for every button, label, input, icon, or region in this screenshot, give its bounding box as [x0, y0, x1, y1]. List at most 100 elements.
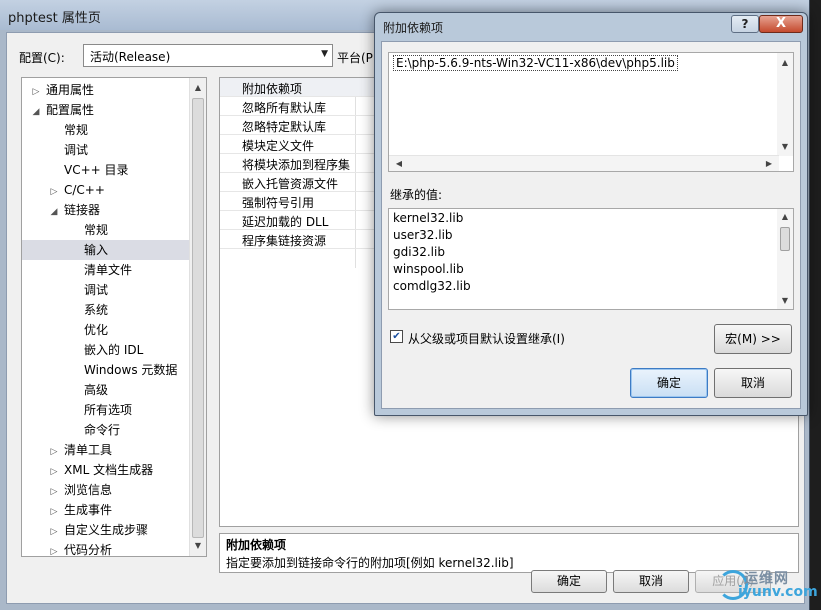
- macro-button[interactable]: 宏(M) >>: [714, 324, 792, 354]
- tree-item-label: 配置属性: [46, 103, 95, 117]
- collapsed-arrow-icon[interactable]: ▷: [48, 442, 60, 462]
- tree-scroll-thumb[interactable]: [192, 98, 204, 538]
- tree-item[interactable]: ▷ 浏览信息: [22, 480, 190, 500]
- collapsed-arrow-icon[interactable]: ▷: [48, 482, 60, 502]
- dropdown-arrow-icon: ▼: [321, 49, 328, 59]
- tree-item[interactable]: ▷ 生成事件: [22, 500, 190, 520]
- collapsed-arrow-icon[interactable]: ▷: [48, 182, 60, 202]
- tree-item[interactable]: ▷ 代码分析: [22, 540, 190, 557]
- property-name: 嵌入托管资源文件: [242, 177, 339, 191]
- tree-item[interactable]: 输入: [22, 240, 190, 260]
- inherited-values-label: 继承的值:: [390, 188, 443, 202]
- tree-item[interactable]: ▷ C/C++: [22, 180, 190, 200]
- main-ok-button[interactable]: 确定: [531, 570, 607, 593]
- collapsed-arrow-icon[interactable]: ▷: [48, 542, 60, 556]
- tree-item-label: C/C++: [64, 183, 105, 197]
- inherited-scroll-down-icon[interactable]: ▼: [777, 293, 793, 309]
- tree-item[interactable]: ▷ XML 文档生成器: [22, 460, 190, 480]
- tree-item-label: 调试: [64, 143, 89, 157]
- tree-item[interactable]: 高级: [22, 380, 190, 400]
- tree-item-label: 系统: [84, 303, 109, 317]
- tree-item[interactable]: 所有选项: [22, 400, 190, 420]
- tree-item[interactable]: ◢ 链接器: [22, 200, 190, 220]
- tree-item-label: 浏览信息: [64, 483, 113, 497]
- tree-item-label: 清单文件: [84, 263, 133, 277]
- tree-item-label: VC++ 目录: [64, 163, 129, 177]
- tree-item-label: 输入: [84, 243, 109, 257]
- main-cancel-button[interactable]: 取消: [613, 570, 689, 593]
- dialog-title: 附加依赖项: [383, 21, 444, 35]
- tree-item[interactable]: 常规: [22, 220, 190, 240]
- dialog-cancel-button[interactable]: 取消: [714, 368, 792, 398]
- inherited-value-item: user32.lib: [393, 228, 453, 242]
- tree-item[interactable]: 常规: [22, 120, 190, 140]
- tree-item[interactable]: 命令行: [22, 420, 190, 440]
- inherit-checkbox-label[interactable]: 从父级或项目默认设置继承(I): [408, 330, 565, 347]
- edit-vertical-scrollbar[interactable]: ▲ ▼: [777, 53, 793, 156]
- edit-horizontal-scrollbar[interactable]: ◀ ▶: [389, 155, 779, 171]
- tree-item-label: 代码分析: [64, 543, 113, 557]
- close-button[interactable]: X: [759, 15, 803, 33]
- property-name: 忽略特定默认库: [242, 120, 327, 134]
- tree-item[interactable]: 清单文件: [22, 260, 190, 280]
- tree-item-label: Windows 元数据: [84, 363, 178, 377]
- tree-item[interactable]: ▷ 自定义生成步骤: [22, 520, 190, 540]
- inherited-value-item: winspool.lib: [393, 262, 464, 276]
- main-window-title: phptest 属性页: [8, 11, 101, 26]
- tree-item-label: 高级: [84, 383, 109, 397]
- tree-scrollbar[interactable]: ▲ ▼: [189, 78, 206, 556]
- tree-item-label: 所有选项: [84, 403, 133, 417]
- expanded-arrow-icon[interactable]: ◢: [48, 202, 60, 222]
- edit-scroll-right-icon[interactable]: ▶: [761, 156, 777, 172]
- property-description: 附加依赖项 指定要添加到链接命令行的附加项[例如 kernel32.lib]: [219, 533, 799, 573]
- edit-scroll-up-icon[interactable]: ▲: [777, 55, 793, 71]
- tree-item-label: 命令行: [84, 423, 121, 437]
- collapsed-arrow-icon[interactable]: ▷: [48, 502, 60, 522]
- platform-label: 平台(P: [337, 51, 373, 65]
- property-name: 将模块添加到程序集: [242, 158, 351, 172]
- property-tree: ▷ 代码分析 ▷ 自定义生成步骤 ▷ 生成事件 ▷ 浏览信息 ▷ XML 文档生成器 ▷ 清单工具 命令…: [21, 77, 207, 557]
- tree-item-label: 嵌入的 IDL: [84, 343, 144, 357]
- expanded-arrow-icon[interactable]: ◢: [30, 102, 42, 122]
- scroll-up-icon[interactable]: ▲: [190, 80, 206, 96]
- edit-scroll-left-icon[interactable]: ◀: [391, 156, 407, 172]
- config-dropdown-value: 活动(Release): [90, 50, 171, 64]
- inherited-scroll-thumb[interactable]: [780, 227, 790, 251]
- collapsed-arrow-icon[interactable]: ▷: [30, 82, 42, 102]
- inherited-scrollbar[interactable]: ▲ ▼: [777, 209, 793, 309]
- description-title: 附加依赖项: [226, 538, 287, 552]
- inherited-scroll-up-icon[interactable]: ▲: [777, 209, 793, 225]
- collapsed-arrow-icon[interactable]: ▷: [48, 522, 60, 542]
- tree-item[interactable]: ◢ 配置属性: [22, 100, 190, 120]
- config-label: 配置(C):: [19, 51, 65, 65]
- tree-item[interactable]: VC++ 目录: [22, 160, 190, 180]
- inherited-value-item: gdi32.lib: [393, 245, 445, 259]
- tree-item[interactable]: 嵌入的 IDL: [22, 340, 190, 360]
- dependencies-edit-box[interactable]: E:\php-5.6.9-nts-Win32-VC11-x86\dev\php5…: [388, 52, 794, 172]
- tree-item-label: XML 文档生成器: [64, 463, 154, 477]
- property-name: 忽略所有默认库: [242, 101, 327, 115]
- scroll-down-icon[interactable]: ▼: [190, 538, 206, 554]
- inherit-checkbox[interactable]: ✔: [390, 330, 403, 343]
- inherited-value-item: kernel32.lib: [393, 211, 464, 225]
- tree-item-label: 通用属性: [46, 83, 95, 97]
- help-button[interactable]: ?: [731, 15, 759, 33]
- tree-item[interactable]: ▷ 通用属性: [22, 80, 190, 100]
- tree-item[interactable]: 优化: [22, 320, 190, 340]
- dialog-ok-button[interactable]: 确定: [630, 368, 708, 398]
- tree-item[interactable]: Windows 元数据: [22, 360, 190, 380]
- tree-item[interactable]: 调试: [22, 140, 190, 160]
- dependencies-edit-text[interactable]: E:\php-5.6.9-nts-Win32-VC11-x86\dev\php5…: [393, 55, 678, 71]
- property-name: 附加依赖项: [242, 82, 303, 96]
- tree-item-label: 链接器: [64, 203, 101, 217]
- additional-dependencies-dialog: 附加依赖项 ? X E:\php-5.6.9-nts-Win32-VC11-x8…: [374, 12, 808, 416]
- collapsed-arrow-icon[interactable]: ▷: [48, 462, 60, 482]
- edit-scroll-down-icon[interactable]: ▼: [777, 139, 793, 155]
- tree-item-label: 常规: [84, 223, 109, 237]
- tree-item[interactable]: 调试: [22, 280, 190, 300]
- description-text: 指定要添加到链接命令行的附加项[例如 kernel32.lib]: [226, 556, 514, 570]
- tree-item[interactable]: ▷ 清单工具: [22, 440, 190, 460]
- tree-item[interactable]: 系统: [22, 300, 190, 320]
- config-dropdown[interactable]: 活动(Release) ▼: [83, 44, 333, 67]
- tree-item-label: 调试: [84, 283, 109, 297]
